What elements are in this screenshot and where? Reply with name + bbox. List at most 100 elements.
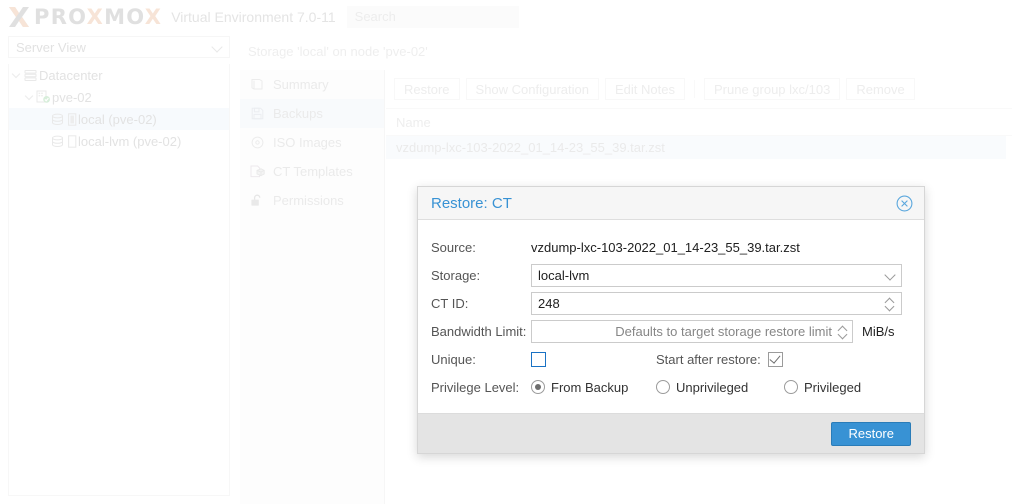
field-row-storage: Storage: local-lvm [431, 261, 911, 289]
breadcrumb: Storage 'local' on node 'pve-02' [248, 44, 428, 59]
spinner-icon[interactable] [884, 296, 895, 311]
radio-button-icon [784, 380, 798, 394]
backup-name: vzdump-lxc-103-2022_01_14-23_55_39.tar.z… [396, 140, 665, 155]
prune-group-button[interactable]: Prune group lxc/103 [703, 78, 841, 100]
field-row-ct-id: CT ID: 248 [431, 289, 911, 317]
radio-button-icon [531, 380, 545, 394]
app-header: PROXMOX Virtual Environment 7.0-11 Searc… [0, 0, 1012, 33]
column-header-name[interactable]: Name [386, 109, 1012, 136]
submit-restore-button[interactable]: Restore [831, 421, 911, 446]
restore-ct-dialog: Restore: CT Source: vzdump-lxc-103-2022_… [417, 186, 925, 454]
bandwidth-limit-label: Bandwidth Limit: [431, 323, 527, 339]
spinner-icon[interactable] [837, 324, 848, 339]
field-row-privilege-level: Privilege Level: From Backup Unprivilege… [431, 373, 911, 401]
storage-value: local-lvm [538, 267, 590, 283]
tree-item-local-lvm[interactable]: local-lvm (pve-02) [9, 130, 229, 152]
radio-label: Privileged [804, 379, 862, 395]
dialog-header: Restore: CT [418, 187, 924, 220]
chevron-down-icon [885, 270, 895, 280]
tree-item-label: pve-02 [52, 89, 92, 105]
template-icon [249, 165, 265, 178]
book-icon [249, 78, 265, 91]
storage-inactive-icon [66, 134, 78, 148]
proxmox-app: PROXMOX Virtual Environment 7.0-11 Searc… [0, 0, 1012, 504]
tree-item-datacenter[interactable]: Datacenter [9, 64, 229, 86]
field-row-unique: Unique: Start after restore: [431, 345, 911, 373]
privilege-level-label: Privilege Level: [431, 379, 520, 395]
nav-item-label: ISO Images [273, 135, 342, 150]
sidebar: Server View Datacenter pve-02 local (pve… [0, 33, 238, 504]
floppy-disk-icon [249, 107, 265, 120]
source-value: vzdump-lxc-103-2022_01_14-23_55_39.tar.z… [531, 239, 800, 255]
source-label: Source: [431, 239, 476, 255]
dialog-footer: Restore [418, 413, 924, 453]
storage-label: Storage: [431, 267, 481, 283]
nav-item-label: Summary [273, 77, 329, 92]
storage-active-icon [66, 112, 78, 126]
toolbar-separator [693, 80, 695, 98]
backups-toolbar: Restore Show Configuration Edit Notes Pr… [386, 70, 1012, 109]
field-row-source: Source: vzdump-lxc-103-2022_01_14-23_55_… [431, 233, 911, 261]
restore-button[interactable]: Restore [394, 78, 460, 100]
start-after-restore-checkbox[interactable] [767, 351, 783, 367]
view-selector-label: Server View [16, 39, 86, 55]
disc-icon [249, 136, 265, 149]
logo-x2: X [144, 4, 163, 29]
nav-item-summary[interactable]: Summary [240, 70, 384, 99]
nav-item-backups[interactable]: Backups [240, 99, 384, 128]
tree-expander[interactable] [9, 72, 22, 78]
radio-label: From Backup [551, 379, 629, 395]
proxmox-x-icon [9, 6, 29, 27]
ct-id-input[interactable]: 248 [531, 291, 902, 315]
field-row-bandwidth-limit: Bandwidth Limit: Defaults to target stor… [431, 317, 911, 345]
radio-privileged[interactable]: Privileged [784, 380, 861, 395]
logo-mo: MO [104, 4, 145, 29]
nav-item-ct-templates[interactable]: CT Templates [240, 157, 384, 186]
tree-expander[interactable] [22, 94, 35, 100]
logo-pro: PRO [34, 4, 87, 29]
logo-x1: X [86, 4, 105, 29]
chevron-down-icon [213, 43, 222, 52]
unlock-icon [249, 194, 265, 207]
unique-label: Unique: [431, 351, 476, 367]
bandwidth-limit-placeholder: Defaults to target storage restore limit [615, 323, 832, 339]
nav-item-label: CT Templates [273, 164, 353, 179]
tree-item-label: local-lvm (pve-02) [78, 133, 182, 149]
product-name: Virtual Environment 7.0-11 [171, 8, 336, 25]
tree-item-pve-02[interactable]: pve-02 [9, 86, 229, 108]
table-row[interactable]: vzdump-lxc-103-2022_01_14-23_55_39.tar.z… [386, 136, 1006, 159]
proxmox-logo: PROXMOX Virtual Environment 7.0-11 [0, 5, 336, 29]
edit-notes-button[interactable]: Edit Notes [605, 78, 685, 100]
storage-icon [49, 135, 66, 148]
ct-id-label: CT ID: [431, 295, 469, 311]
remove-button[interactable]: Remove [846, 78, 915, 100]
storage-select[interactable]: local-lvm [531, 263, 902, 287]
nav-item-iso-images[interactable]: ISO Images [240, 128, 384, 157]
tree-item-label: Datacenter [39, 67, 103, 83]
radio-button-icon [656, 380, 670, 394]
unique-checkbox[interactable] [531, 351, 546, 367]
start-after-restore-label: Start after restore: [656, 351, 761, 367]
nav-item-permissions[interactable]: Permissions [240, 186, 384, 215]
ct-id-value: 248 [538, 295, 560, 311]
search-input[interactable]: Search [346, 5, 519, 28]
close-icon[interactable] [896, 195, 913, 212]
resource-tree: Datacenter pve-02 local (pve-02) local-l… [8, 64, 230, 496]
node-icon [35, 90, 52, 104]
nav-item-label: Backups [273, 106, 323, 121]
tree-item-local[interactable]: local (pve-02) [9, 108, 229, 130]
dialog-body: Source: vzdump-lxc-103-2022_01_14-23_55_… [418, 220, 924, 413]
bandwidth-unit: MiB/s [862, 323, 895, 339]
bandwidth-limit-input[interactable]: Defaults to target storage restore limit [531, 319, 853, 343]
show-configuration-button[interactable]: Show Configuration [465, 78, 599, 100]
storage-nav-panel: Summary Backups ISO Images CT Templates … [240, 70, 385, 504]
nav-item-label: Permissions [273, 193, 344, 208]
view-selector[interactable]: Server View [8, 36, 230, 58]
tree-item-label: local (pve-02) [78, 111, 157, 127]
datacenter-icon [22, 69, 39, 82]
radio-unprivileged[interactable]: Unprivileged [656, 380, 784, 395]
radio-from-backup[interactable]: From Backup [531, 380, 656, 395]
dialog-title: Restore: CT [431, 194, 512, 212]
radio-label: Unprivileged [676, 379, 749, 395]
storage-icon [49, 113, 66, 126]
